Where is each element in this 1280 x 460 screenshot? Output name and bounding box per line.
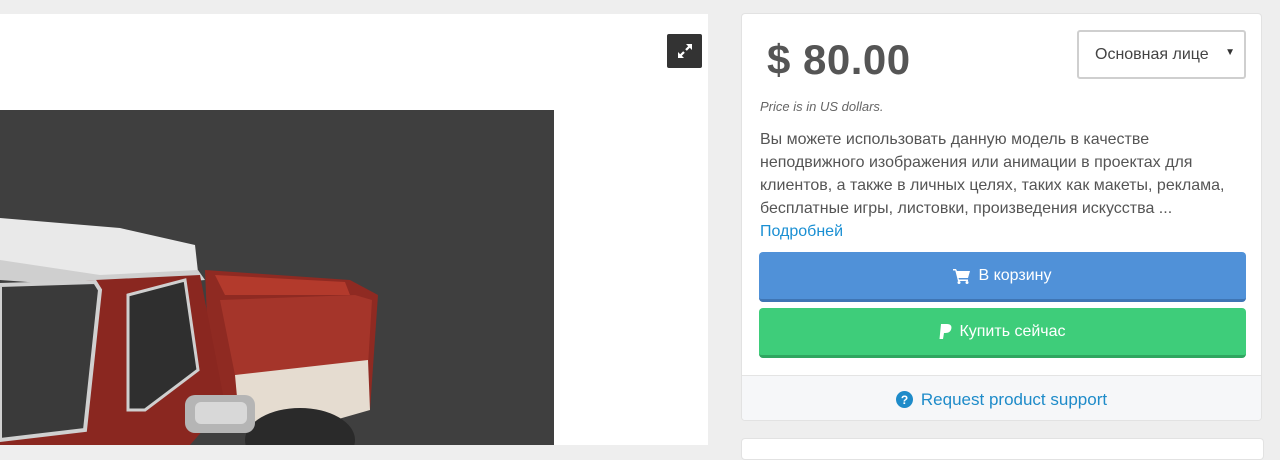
- svg-text:?: ?: [901, 393, 908, 407]
- fullscreen-button[interactable]: [667, 34, 702, 68]
- purchase-panel: $ 80.00 Основная лице ▼ Price is in US d…: [741, 13, 1262, 421]
- secondary-panel: [741, 438, 1264, 460]
- paypal-icon: [939, 323, 952, 340]
- license-select[interactable]: Основная лице ▼: [1077, 30, 1246, 79]
- buy-now-button[interactable]: Купить сейчас: [759, 308, 1246, 358]
- cart-icon: [953, 268, 971, 284]
- price: $ 80.00: [767, 36, 911, 83]
- question-circle-icon: ?: [895, 391, 913, 408]
- request-support-link[interactable]: ? Request product support: [742, 375, 1261, 420]
- license-description: Вы можете использовать данную модель в к…: [760, 128, 1250, 243]
- expand-icon: [677, 44, 692, 58]
- add-to-cart-label: В корзину: [978, 266, 1052, 284]
- more-details-link[interactable]: Подробней: [760, 223, 843, 240]
- buy-now-label: Купить сейчас: [959, 322, 1066, 340]
- price-currency-note: Price is in US dollars.: [760, 99, 884, 114]
- request-support-label: Request product support: [920, 389, 1108, 409]
- license-select-value: Основная лице: [1095, 46, 1209, 63]
- pickup-truck-image: [0, 218, 378, 445]
- product-render-image[interactable]: [0, 110, 554, 445]
- license-description-text: Вы можете использовать данную модель в к…: [760, 131, 1225, 217]
- add-to-cart-button[interactable]: В корзину: [759, 252, 1246, 302]
- caret-down-icon: ▼: [1225, 47, 1235, 58]
- product-image-viewer[interactable]: [0, 14, 708, 445]
